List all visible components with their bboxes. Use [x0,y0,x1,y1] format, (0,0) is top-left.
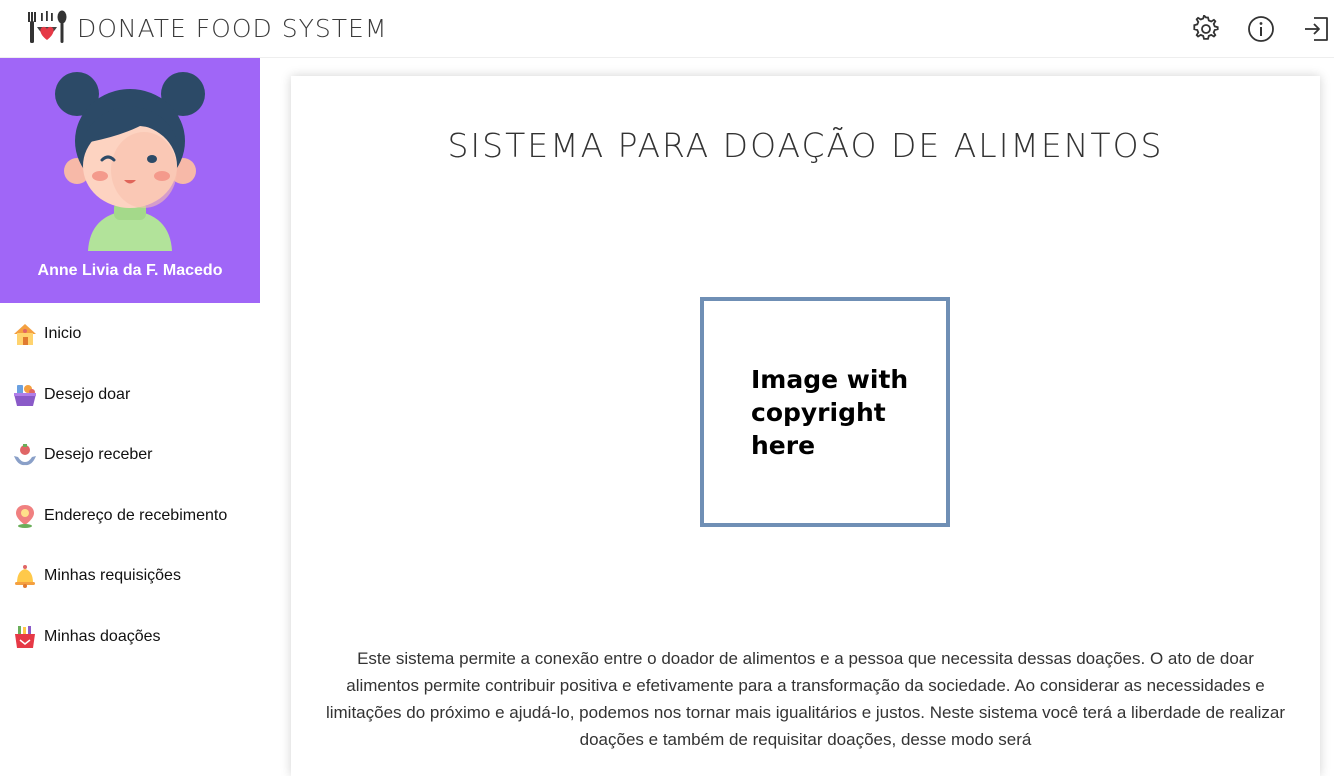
sidebar-item-label: Desejo receber [44,446,153,464]
sidebar-item-label: Inicio [44,325,82,343]
sidebar-item-minhas-doacoes[interactable]: Minhas doações [0,607,260,668]
sidebar-item-desejo-doar[interactable]: Desejo doar [0,365,260,426]
sidebar-item-endereco[interactable]: Endereço de recebimento [0,486,260,547]
shopping-bag-icon [12,624,38,650]
hand-receive-icon [12,442,38,468]
main-content-card: SISTEMA PARA DOAÇÃO DE ALIMENTOS Image w… [291,76,1320,776]
sidebar-menu: Inicio Desejo doar Desejo receber Endere… [0,304,260,667]
sidebar-item-label: Minhas doações [44,627,161,645]
sidebar-item-label: Desejo doar [44,385,131,403]
image-placeholder: Image with copyright here [700,297,950,527]
home-icon [12,321,38,347]
logout-icon[interactable] [1302,15,1330,43]
profile-panel: Anne Livia da F. Macedo [0,58,260,303]
sidebar-item-desejo-receber[interactable]: Desejo receber [0,425,260,486]
avatar [50,66,210,251]
logo-icon [26,9,68,45]
food-basket-icon [12,382,38,408]
sidebar-item-label: Minhas requisições [44,567,181,585]
sidebar: Anne Livia da F. Macedo Inicio Desejo do… [0,58,260,755]
sidebar-item-inicio[interactable]: Inicio [0,304,260,365]
bell-icon [12,563,38,589]
gear-icon[interactable] [1192,13,1220,43]
profile-name: Anne Livia da F. Macedo [37,262,223,279]
app-title: DONATE FOOD SYSTEM [77,14,388,43]
location-pin-icon [12,503,38,529]
system-description: Este sistema permite a conexão entre o d… [325,649,1286,749]
info-icon[interactable] [1247,15,1275,43]
image-placeholder-text: Image with copyright here [751,365,909,460]
sidebar-item-label: Endereço de recebimento [44,506,228,524]
sidebar-item-minhas-requisicoes[interactable]: Minhas requisições [0,546,260,607]
page-title: SISTEMA PARA DOAÇÃO DE ALIMENTOS [447,126,1164,165]
top-bar: DONATE FOOD SYSTEM [0,0,1334,58]
